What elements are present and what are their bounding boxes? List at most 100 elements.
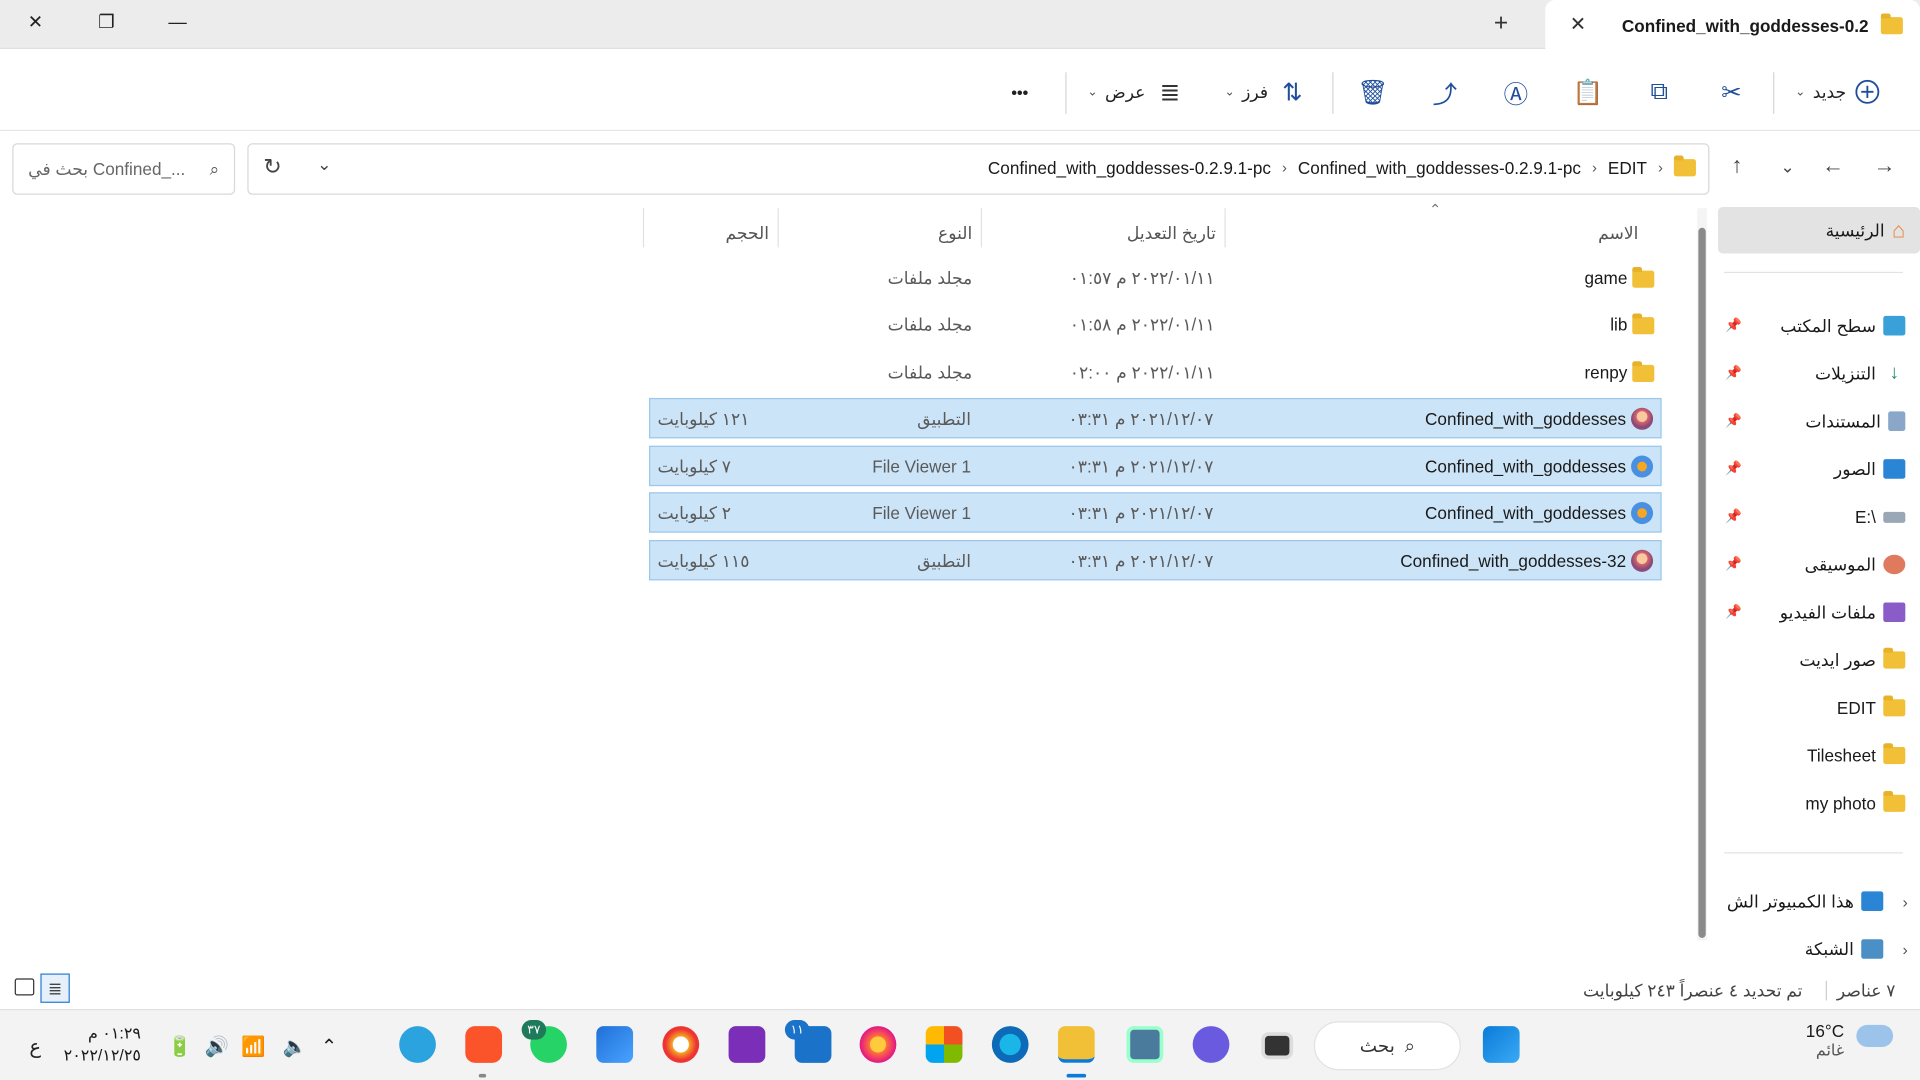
search-label: بحث (1359, 1035, 1395, 1057)
sidebar-item-documents[interactable]: 📌 المستندات (1718, 399, 1920, 443)
column-header-size[interactable]: الحجم (725, 218, 769, 247)
wifi-icon[interactable]: 📶 (241, 1035, 265, 1059)
sidebar-item-folder[interactable]: Tilesheet (1718, 733, 1920, 777)
back-arrow-icon[interactable]: → (1873, 153, 1895, 179)
sidebar-item-desktop[interactable]: 📌 سطح المكتب (1718, 304, 1920, 348)
chevron-right-icon[interactable]: › (1902, 940, 1907, 958)
file-row-selected[interactable]: Confined_with_goddesses ٢٠٢١/١٢/٠٧ م ٠٣:… (648, 492, 1662, 533)
tab-explorer[interactable]: ✕ Confined_with_goddesses-0.2 (1545, 0, 1920, 51)
share-button[interactable]: ⤴ (1428, 75, 1462, 109)
script-icon (1631, 455, 1654, 478)
folder-icon (1880, 12, 1903, 34)
chevron-down-icon[interactable]: ⌄ (317, 154, 331, 175)
start-icon[interactable] (1482, 1026, 1520, 1063)
pin-icon: 📌 (1725, 509, 1743, 525)
column-divider[interactable] (777, 208, 779, 248)
battery-icon[interactable]: 🔋 (168, 1035, 192, 1059)
column-header-type[interactable]: النوع (938, 218, 972, 247)
forward-arrow-icon[interactable]: ← (1822, 153, 1844, 179)
terminal-icon[interactable] (1261, 1032, 1294, 1060)
divider (1825, 980, 1827, 1001)
edge-icon[interactable] (991, 1026, 1029, 1063)
column-header-name[interactable]: الاسم (1598, 218, 1638, 247)
breadcrumb-item[interactable]: EDIT (1608, 158, 1647, 178)
close-window-button[interactable]: ✕ (0, 0, 71, 44)
delete-button[interactable]: 🗑 (1356, 75, 1390, 109)
chat-icon[interactable] (1192, 1026, 1230, 1063)
speaker-icon[interactable]: 🔊 (204, 1035, 228, 1059)
restore-window-button[interactable]: ❐ (71, 0, 142, 44)
mail-badge: ١١ (784, 1020, 810, 1040)
refresh-icon[interactable]: ↻ (263, 154, 281, 180)
details-view-icon[interactable] (14, 978, 35, 996)
column-divider[interactable] (1224, 208, 1226, 248)
share-icon: ⤴ (1432, 81, 1458, 109)
app-grid-icon[interactable] (728, 1026, 766, 1063)
file-date: ٢٠٢٢/٠١/١١ م ٠٢:٠٠ (1069, 362, 1215, 383)
view-button[interactable]: ⌄ عرض ≣ (1087, 75, 1187, 109)
store-icon[interactable] (925, 1026, 963, 1063)
new-button[interactable]: ⌄ جديد (1795, 75, 1880, 109)
folder-icon (1883, 743, 1906, 765)
sidebar-item-home[interactable]: الرئيسية ⌂ (1717, 206, 1920, 254)
column-divider[interactable] (980, 208, 983, 248)
taskbar-search[interactable]: بحث ⌕ (1313, 1021, 1461, 1071)
sidebar-item-folder[interactable]: صور ايديت (1718, 638, 1920, 682)
file-row[interactable]: lib ٢٠٢٢/٠١/١١ م ٠١:٥٨ مجلد ملفات (649, 305, 1662, 345)
sidebar-item-pictures[interactable]: 📌 الصور (1718, 447, 1920, 491)
file-date: ٢٠٢١/١٢/٠٧ م ٠٣:٣١ (1068, 551, 1214, 571)
language-icon[interactable]: ع (29, 1035, 41, 1059)
sort-button[interactable]: ⌄ فرز ⇅ (1225, 75, 1310, 109)
column-header-date[interactable]: تاريخ التعديل (1127, 218, 1216, 247)
file-row-selected[interactable]: Confined_with_goddesses ٢٠٢١/١٢/٠٧ م ٠٣:… (648, 397, 1662, 439)
clock[interactable]: ٠١:٢٩ م ٢٠٢٢/١٢/٢٥ (64, 1022, 141, 1066)
file-explorer-icon[interactable] (1057, 1026, 1095, 1063)
sidebar-item-videos[interactable]: 📌 ملفات الفيديو (1718, 590, 1920, 634)
file-row[interactable]: game ٢٠٢٢/٠١/١١ م ٠١:٥٧ مجلد ملفات (649, 258, 1662, 298)
list-view-icon[interactable]: ≣ (40, 973, 70, 1003)
more-button[interactable]: ••• (1011, 75, 1028, 109)
cloud-icon (1856, 1024, 1894, 1047)
sidebar-item-folder[interactable]: EDIT (1718, 686, 1920, 730)
brave-icon[interactable] (465, 1026, 503, 1063)
weather-widget[interactable]: 16°C غائم (1806, 1021, 1844, 1060)
file-row[interactable]: renpy ٢٠٢٢/٠١/١١ م ٠٢:٠٠ مجلد ملفات (649, 353, 1662, 393)
sidebar-item-label: الرئيسية (1825, 219, 1885, 240)
chevron-right-icon[interactable]: › (1902, 892, 1907, 910)
rename-button[interactable]: Ⓐ (1499, 75, 1533, 109)
sidebar-item-music[interactable]: 📌 الموسيقى (1718, 542, 1920, 586)
todo-icon[interactable] (596, 1026, 634, 1063)
volume-icon[interactable]: 🔈 (283, 1035, 307, 1059)
breadcrumb-item[interactable]: Confined_with_goddesses-0.2.9.1-pc (1298, 158, 1581, 178)
file-row-selected[interactable]: Confined_with_goddesses-32 ٢٠٢١/١٢/٠٧ م … (648, 540, 1662, 581)
up-arrow-icon[interactable]: ↑ (1731, 153, 1742, 179)
close-tab-icon[interactable]: ✕ (1570, 12, 1586, 36)
firefox-icon[interactable] (859, 1026, 897, 1063)
search-input[interactable]: بحث في Confined_... ⌕ (12, 143, 236, 195)
paste-button[interactable]: 📋 (1571, 75, 1605, 109)
column-divider[interactable] (642, 208, 645, 248)
scrollbar-thumb[interactable] (1698, 227, 1706, 938)
copy-button[interactable]: ⧉ (1642, 75, 1676, 109)
telegram-icon[interactable] (399, 1026, 436, 1063)
sidebar-item-drive-e[interactable]: 📌 E:\ (1718, 495, 1920, 539)
chevron-up-icon[interactable]: ⌃ (321, 1035, 337, 1059)
sidebar-item-folder[interactable]: my photo (1718, 781, 1920, 825)
file-size: ١٢١ كيلوبايت (657, 408, 750, 429)
sidebar-item-network[interactable]: الشبكة › (1712, 927, 1920, 971)
navigation-pane: الرئيسية ⌂ 📌 سطح المكتب 📌 التنزيلات ↓ 📌 المس… (1712, 200, 1920, 971)
chevron-right-icon[interactable]: › (1282, 159, 1287, 176)
sidebar-item-this-pc[interactable]: هذا الكمبيوتر الش › (1712, 879, 1920, 923)
recent-chevron-icon[interactable]: ⌄ (1780, 157, 1794, 178)
file-row-selected[interactable]: Confined_with_goddesses ٢٠٢١/١٢/٠٧ م ٠٣:… (648, 445, 1662, 487)
sidebar-item-downloads[interactable]: 📌 التنزيلات ↓ (1718, 351, 1920, 395)
chevron-right-icon[interactable]: › (1658, 159, 1663, 176)
address-bar[interactable]: ↻ ⌄ Confined_with_goddesses-0.2.9.1-pc ›… (247, 143, 1710, 195)
breadcrumb-item[interactable]: Confined_with_goddesses-0.2.9.1-pc (988, 158, 1271, 178)
minimize-window-button[interactable]: — (142, 0, 213, 44)
new-tab-button[interactable]: + (1494, 10, 1508, 38)
browser-icon[interactable] (662, 1026, 700, 1063)
app-window-icon[interactable] (1126, 1026, 1164, 1063)
cut-button[interactable]: ✂ (1714, 75, 1748, 109)
chevron-right-icon[interactable]: › (1592, 159, 1597, 176)
